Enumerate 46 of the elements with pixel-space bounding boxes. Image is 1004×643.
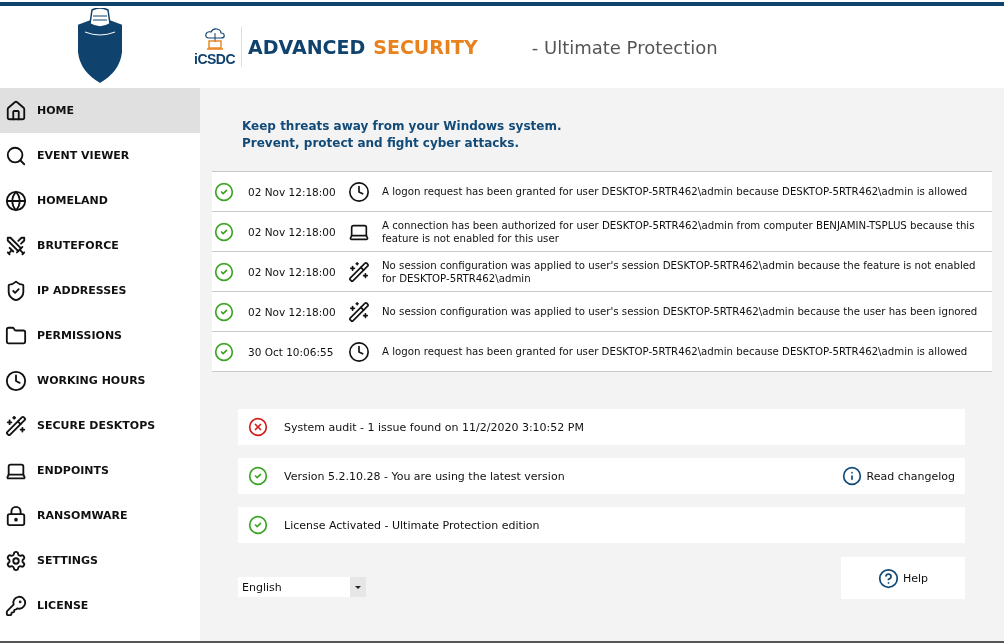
event-message: No session configuration was applied to user's session DESKTOP-5RTR462\admin because the feature is not enabled for DESKTOP-5RTR462\admin (382, 258, 977, 285)
status-text: System audit - 1 issue found on 11/2/2020 3:10:52 PM (284, 420, 584, 434)
help-icon (877, 567, 899, 589)
nav-icon (5, 144, 27, 167)
event-message: No session configuration was applied to user's session DESKTOP-5RTR462\admin because the user has been ignored (382, 305, 979, 318)
nav-icon (5, 594, 27, 617)
event-row[interactable]: 02 Nov 12:18:00 No session configuration was applied to user's session DESKTOP-5RTR462\admin because the feature is not enabled for DESKTOP-5RTR462\admin (212, 252, 992, 292)
magic-wand-icon (348, 300, 370, 323)
nav-icon (5, 414, 27, 437)
event-message: A connection has been authorized for user DESKTOP-5RTR462\admin from computer BENJAMIN-TSPLUS because this feature is not enabled for this user (382, 218, 976, 245)
status-text: License Activated - Ultimate Protection edition (284, 518, 540, 532)
sidebar-item[interactable]: HOME (0, 88, 200, 133)
changelog-link[interactable]: Read changelog (841, 466, 955, 486)
event-row[interactable]: 30 Oct 10:06:55 A logon request has been granted for user DESKTOP-5RTR462\admin because DESKTOP-5RTR462\admin is allowed (212, 332, 992, 372)
event-time: 02 Nov 12:18:00 (248, 305, 337, 318)
magic-wand-icon (348, 260, 370, 283)
event-row[interactable]: 02 Nov 12:18:00 No session configuration was applied to user's session DESKTOP-5RTR462\admin because the user has been ignored (212, 292, 992, 332)
event-time: 02 Nov 12:18:00 (248, 185, 337, 198)
nav-icon (5, 369, 27, 392)
nav-icon (5, 549, 27, 572)
event-time: 30 Oct 10:06:55 (248, 345, 335, 358)
logo-text: iCSDC (194, 51, 236, 67)
event-time: 02 Nov 12:18:00 (248, 265, 337, 278)
dropdown-caret-icon (350, 577, 366, 597)
event-message: A logon request has been granted for user DESKTOP-5RTR462\admin because DESKTOP-5RTR462\admin is allowed (382, 345, 969, 358)
info-icon (841, 466, 862, 486)
nav-icon (5, 279, 27, 302)
edition-subtitle: - Ultimate Protection (531, 36, 718, 58)
status-text: Version 5.2.10.28 - You are using the latest version (284, 469, 565, 483)
app-title: ADVANCED (248, 36, 366, 58)
nav-icon (5, 234, 27, 257)
event-message: A logon request has been granted for user DESKTOP-5RTR462\admin because DESKTOP-5RTR462\admin is allowed (382, 185, 969, 198)
clock-icon (348, 180, 370, 203)
event-row[interactable]: 02 Nov 12:18:00 A logon request has been granted for user DESKTOP-5RTR462\admin because DESKTOP-5RTR462\admin is allowed (212, 172, 992, 212)
nav-icon (5, 324, 27, 347)
intro-text: Prevent, protect and fight cyber attacks. (242, 135, 521, 152)
event-row[interactable]: 02 Nov 12:18:00 A connection has been authorized for user DESKTOP-5RTR462\admin from computer BENJAMIN-TSPLUS because this feature is not enabled for this user (212, 212, 992, 252)
nav-icon (5, 99, 27, 122)
event-time: 02 Nov 12:18:00 (248, 225, 337, 238)
app-title: SECURITY (373, 36, 478, 58)
nav-icon (5, 189, 27, 212)
language-dropdown[interactable]: English (238, 577, 366, 597)
help-button[interactable]: Help (841, 557, 965, 599)
clock-icon (348, 340, 370, 363)
intro-text: Keep threats away from your Windows system. (242, 118, 563, 135)
nav-icon (5, 504, 27, 527)
